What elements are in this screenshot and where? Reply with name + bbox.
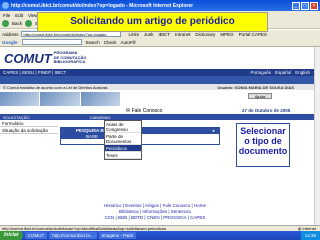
web-page: COMUT PROGRAMA DE COMUTAÇÃO BIBLIOGRÁFIC… bbox=[0, 47, 314, 225]
banner-photos bbox=[0, 92, 120, 106]
window-title: http://comut.ibict.br/comut/do/index?op=… bbox=[11, 2, 194, 9]
copyright-notice: © Comut trabalha de acordo com a Lei de … bbox=[3, 84, 108, 90]
help-button[interactable]: Ajuda bbox=[248, 93, 272, 99]
lang-portugues[interactable]: Português bbox=[250, 70, 271, 75]
site-header: COMUT PROGRAMA DE COMUTAÇÃO BIBLIOGRÁFIC… bbox=[0, 47, 314, 69]
google-check-button[interactable]: Check bbox=[104, 40, 117, 45]
close-button[interactable]: × bbox=[310, 1, 318, 10]
links-bar: Links Junk IBICT Intranet Dictionary MPE… bbox=[129, 32, 267, 37]
partners-bar: CAPES | SESU | FINEP | IBICT Português E… bbox=[0, 69, 314, 76]
link-dictionary[interactable]: Dictionary bbox=[195, 32, 215, 37]
banner-photo bbox=[80, 92, 120, 106]
google-logo: Google bbox=[2, 39, 18, 45]
comut-logo[interactable]: COMUT bbox=[4, 51, 52, 66]
logo-sub-line: BIBLIOGRÁFICA bbox=[53, 59, 86, 65]
back-button[interactable]: Back bbox=[12, 21, 22, 26]
link-mpeg[interactable]: MPEG bbox=[220, 32, 233, 37]
links-label: Links bbox=[128, 31, 140, 37]
system-clock: 14:36 bbox=[300, 231, 320, 240]
taskbar: Iniciar COMUT http://comut.ibict.br... I… bbox=[0, 231, 320, 240]
link-portal-capes[interactable]: Portal CAPES bbox=[239, 32, 267, 37]
taskbar-item[interactable]: COMUT bbox=[24, 232, 48, 239]
option-anais[interactable]: Anais de Congresso bbox=[105, 121, 141, 133]
link-junk[interactable]: Junk bbox=[144, 32, 154, 37]
link-ibict[interactable]: IBICT bbox=[159, 32, 171, 37]
menu-item-formulario[interactable]: Formulário bbox=[0, 120, 58, 127]
google-toolbar: Google Search Check AutoFill bbox=[0, 38, 320, 47]
language-selector: Português Español English bbox=[250, 70, 310, 75]
document-type-dropdown[interactable]: Anais de Congresso Parte de Documentos P… bbox=[104, 120, 142, 160]
annotation-callout: Selecionar o tipo de documento bbox=[236, 123, 290, 167]
internet-explorer-icon bbox=[2, 2, 9, 9]
address-label: Address bbox=[2, 31, 19, 37]
google-search-input[interactable] bbox=[21, 39, 82, 45]
window-controls: _ □ × bbox=[292, 1, 318, 10]
maximize-button[interactable]: □ bbox=[301, 1, 309, 10]
left-menu: Formulário Situação da solicitação bbox=[0, 120, 58, 134]
logo-subtitle: PROGRAMA DE COMUTAÇÃO BIBLIOGRÁFICA bbox=[54, 51, 87, 65]
back-arrow-icon[interactable] bbox=[2, 20, 9, 27]
cabarino-header: CABARINO bbox=[89, 114, 111, 120]
google-search-button[interactable]: Search bbox=[86, 40, 100, 45]
start-button[interactable]: Iniciar bbox=[0, 231, 23, 240]
link-intranet[interactable]: Intranet bbox=[175, 32, 190, 37]
lang-espanol[interactable]: Español bbox=[275, 70, 291, 75]
search-panel-right: ▸ bbox=[157, 128, 217, 134]
taskbar-item[interactable]: Imagens - Paint bbox=[98, 232, 137, 239]
footer-line[interactable]: CCN | BDB | BDTD | CNEN | PROSSIGA | CAP… bbox=[70, 215, 240, 221]
lang-english[interactable]: English bbox=[295, 70, 310, 75]
menu-item-situacao[interactable]: Situação da solicitação bbox=[0, 127, 58, 134]
partners-text: CAPES | SESU | FINEP | IBICT bbox=[3, 70, 67, 75]
option-periodicos[interactable]: Periódicos bbox=[105, 145, 141, 152]
option-teses[interactable]: Teses bbox=[105, 152, 141, 159]
taskbar-item[interactable]: http://comut.ibict.br... bbox=[49, 232, 97, 239]
vertical-scrollbar[interactable] bbox=[314, 47, 320, 225]
minimize-button[interactable]: _ bbox=[292, 1, 300, 10]
google-autofill-button[interactable]: AutoFill bbox=[121, 40, 136, 45]
info-bar: © Comut trabalha de acordo com a Lei de … bbox=[0, 84, 314, 90]
site-banner bbox=[0, 76, 314, 84]
menu-edit[interactable]: Edit bbox=[15, 13, 23, 18]
option-partes[interactable]: Parte de Documentos bbox=[105, 133, 141, 145]
banner-photo bbox=[0, 92, 40, 106]
user-label: Usuário: SONIA MARIA DE SOUSA DIAS bbox=[217, 84, 294, 90]
forward-arrow-icon[interactable] bbox=[25, 20, 33, 27]
slide-caption: Solicitando um artigo de periódico bbox=[37, 12, 268, 32]
current-date: 27 de Outubro de 2005 bbox=[242, 108, 291, 113]
banner-photo bbox=[40, 92, 80, 106]
footer-links: Histórico | Eventos | Artigos | Fale Con… bbox=[70, 203, 240, 221]
window-title-bar: http://comut.ibict.br/comut/do/index?op=… bbox=[0, 0, 320, 11]
solicitacao-header: SOLICITAÇÃO bbox=[3, 114, 30, 120]
menu-file[interactable]: File bbox=[3, 13, 10, 18]
